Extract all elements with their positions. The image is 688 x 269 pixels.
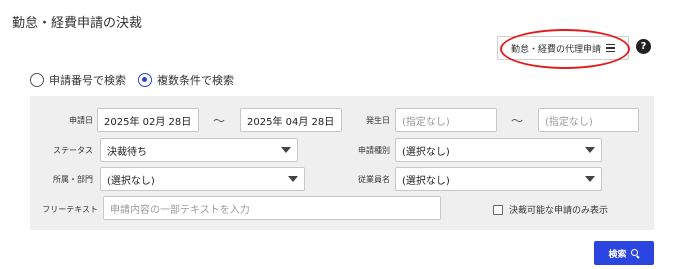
search-button[interactable]: 検索 xyxy=(594,241,654,265)
free-text-input[interactable]: 申請内容の一部テキストを入力 xyxy=(103,196,441,220)
date-range-separator: 〜 xyxy=(511,114,524,128)
department-value: (選択なし) xyxy=(107,175,155,187)
application-type-select[interactable]: (選択なし) xyxy=(395,138,602,162)
proxy-application-label: 勤怠・経費の代理申請 xyxy=(510,44,601,55)
status-select[interactable]: 決裁待ち xyxy=(100,138,298,162)
chevron-down-icon xyxy=(281,147,291,153)
occurrence-date-label: 発生日 xyxy=(366,116,390,125)
application-date-to-input[interactable]: 2025年 04月 28日 xyxy=(240,108,342,132)
search-icon xyxy=(630,248,640,258)
approvable-only-checkbox[interactable]: 決裁可能な申請のみ表示 xyxy=(493,203,608,216)
search-button-label: 検索 xyxy=(608,249,627,260)
radio-checked-icon xyxy=(138,73,152,87)
application-date-label: 申請日 xyxy=(69,116,93,125)
radio-search-by-number[interactable]: 申請番号で検索 xyxy=(30,72,126,88)
status-value: 決裁待ち xyxy=(107,146,147,158)
proxy-application-button[interactable]: 勤怠・経費の代理申請 xyxy=(497,36,629,60)
occurrence-date-to-input[interactable]: (指定なし) xyxy=(538,108,639,132)
radio-label: 複数条件で検索 xyxy=(157,74,234,87)
application-date-from-input[interactable]: 2025年 02月 28日 xyxy=(97,108,199,132)
search-mode-group: 申請番号で検索 複数条件で検索 xyxy=(30,72,246,88)
employee-name-value: (選択なし) xyxy=(402,175,450,187)
radio-circle-icon xyxy=(30,73,44,87)
department-label: 所属・部門 xyxy=(53,175,93,184)
chevron-down-icon xyxy=(288,176,298,182)
application-type-value: (選択なし) xyxy=(402,146,450,158)
checkbox-icon xyxy=(493,204,503,215)
page-title: 勤怠・経費申請の決裁 xyxy=(12,16,143,31)
help-icon[interactable]: ? xyxy=(636,39,651,54)
employee-name-label: 従業員名 xyxy=(358,175,390,184)
employee-name-select[interactable]: (選択なし) xyxy=(395,167,602,191)
approvable-only-label: 決裁可能な申請のみ表示 xyxy=(509,206,609,216)
radio-label: 申請番号で検索 xyxy=(49,74,126,87)
chevron-down-icon xyxy=(585,147,595,153)
chevron-down-icon xyxy=(585,176,595,182)
application-type-label: 申請種別 xyxy=(358,146,390,155)
radio-search-by-conditions[interactable]: 複数条件で検索 xyxy=(138,72,234,88)
free-text-label: フリーテキスト xyxy=(42,205,98,214)
department-select[interactable]: (選択なし) xyxy=(100,167,305,191)
menu-icon xyxy=(606,43,615,53)
date-range-separator: 〜 xyxy=(213,114,226,128)
status-label: ステータス xyxy=(53,146,93,155)
occurrence-date-from-input[interactable]: (指定なし) xyxy=(395,108,497,132)
